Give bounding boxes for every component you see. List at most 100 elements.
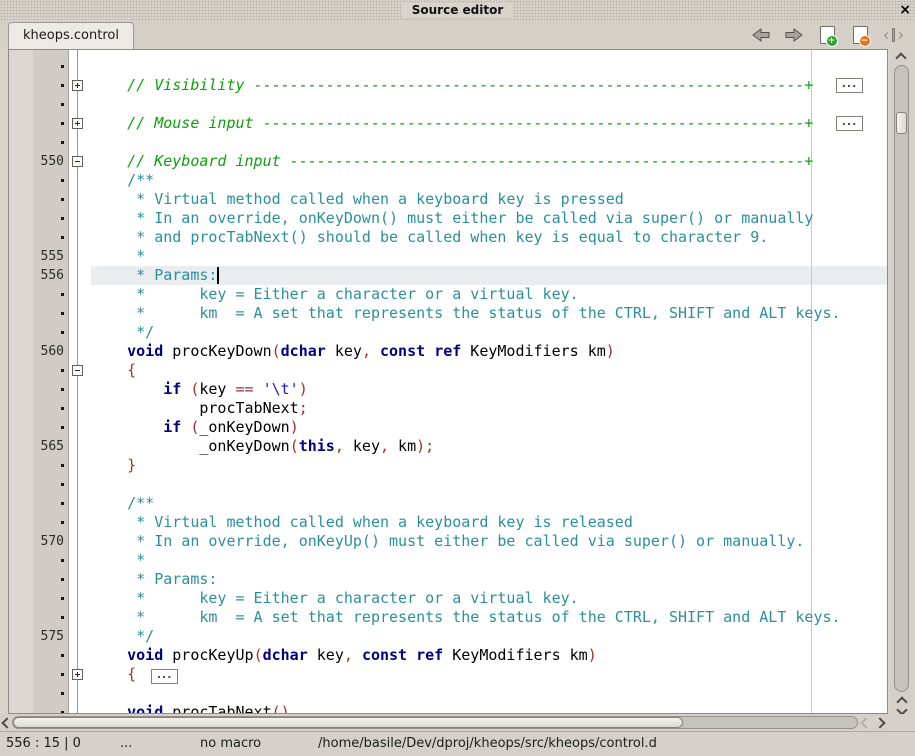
code-line[interactable]: * Virtual method called when a keyboard …	[91, 190, 887, 209]
file-path: /home/basile/Dev/dproj/kheops/src/kheops…	[318, 732, 657, 756]
gutter-dot	[33, 57, 68, 76]
code-line[interactable]: /**	[91, 494, 887, 513]
code-line[interactable]	[91, 95, 887, 114]
vertical-scrollbar[interactable]	[890, 49, 915, 714]
gutter-dot	[33, 114, 68, 133]
gutter-dot	[33, 589, 68, 608]
code-line[interactable]: * key = Either a character or a virtual …	[91, 589, 887, 608]
code-line[interactable]	[91, 57, 887, 76]
gutter-dot	[33, 494, 68, 513]
line-number: 556	[33, 266, 68, 285]
gutter-dot	[33, 133, 68, 152]
code-line[interactable]: // Keyboard input ----------------------…	[91, 152, 887, 171]
line-number: 575	[33, 627, 68, 646]
code-line[interactable]: if (key == '\t')	[91, 380, 887, 399]
code-line[interactable]: *	[91, 247, 887, 266]
code-line[interactable]: * km = A set that represents the status …	[91, 304, 887, 323]
code-line[interactable]: * key = Either a character or a virtual …	[91, 285, 887, 304]
splitter-icon	[885, 27, 901, 43]
gutter-bookmark-band	[9, 50, 33, 713]
text-cursor	[217, 267, 219, 284]
code-line[interactable]: void procTabNext()	[91, 703, 887, 714]
line-number: 570	[33, 532, 68, 551]
code-line[interactable]: * and procTabNext() should be called whe…	[91, 228, 887, 247]
fold-expand-box[interactable]	[72, 80, 83, 91]
gutter-dot	[33, 171, 68, 190]
code-line[interactable]: * In an override, onKeyUp() must either …	[91, 532, 887, 551]
source-editor-window: Source editor × kheops.control +	[0, 0, 915, 756]
hscroll-track[interactable]	[12, 716, 858, 729]
close-document-button[interactable]: −	[850, 26, 870, 44]
fold-collapse-box[interactable]	[72, 365, 83, 376]
gutter-dot	[33, 190, 68, 209]
code-line[interactable]: */	[91, 627, 887, 646]
code-line[interactable]: * Params:	[91, 266, 887, 285]
code-line[interactable]: void procKeyUp(dchar key, const ref KeyM…	[91, 646, 887, 665]
code-line[interactable]: */	[91, 323, 887, 342]
code-line[interactable]: * Virtual method called when a keyboard …	[91, 513, 887, 532]
nav-back-button[interactable]	[751, 26, 771, 44]
tab-kheops-control[interactable]: kheops.control	[8, 22, 134, 49]
caret-position: 556 : 15 | 0	[6, 732, 81, 756]
code-line[interactable]: {...	[91, 665, 887, 684]
code-line[interactable]: * In an override, onKeyDown() must eithe…	[91, 209, 887, 228]
code-line[interactable]: }	[91, 456, 887, 475]
gutter-dot	[33, 418, 68, 437]
window-title: Source editor	[402, 3, 514, 17]
vscroll-thumb[interactable]	[896, 112, 907, 134]
fold-expand-box[interactable]	[72, 669, 83, 680]
nav-forward-button[interactable]	[784, 26, 804, 44]
fold-tree-line	[77, 50, 78, 713]
code-line[interactable]: if (_onKeyDown)	[91, 418, 887, 437]
code-line[interactable]: * Params:	[91, 570, 887, 589]
code-line[interactable]: * km = A set that represents the status …	[91, 608, 887, 627]
gutter-dot	[33, 665, 68, 684]
gutter-dot	[33, 76, 68, 95]
fold-collapse-box[interactable]	[72, 156, 83, 167]
code-editor[interactable]: 550555556560565570575 // Visibility ----…	[8, 49, 888, 714]
macro-state: no macro	[200, 732, 261, 756]
gutter-dot	[33, 646, 68, 665]
code-line[interactable]: // Mouse input -------------------------…	[91, 114, 887, 133]
code-line[interactable]: *	[91, 551, 887, 570]
gutter-dot	[33, 703, 68, 714]
gutter-dot	[33, 513, 68, 532]
code-line[interactable]: _onKeyDown(this, key, km);	[91, 437, 887, 456]
gutter-dot	[33, 684, 68, 703]
close-document-icon: −	[853, 26, 868, 44]
code-line[interactable]	[91, 475, 887, 494]
gutter-dot	[33, 551, 68, 570]
line-number: 560	[33, 342, 68, 361]
code-line[interactable]: void procKeyDown(dchar key, const ref Ke…	[91, 342, 887, 361]
code-line[interactable]	[91, 133, 887, 152]
fold-margin[interactable]	[69, 50, 91, 713]
titlebar[interactable]: Source editor ×	[0, 0, 915, 20]
status-spacer: ...	[120, 732, 132, 756]
status-bar: 556 : 15 | 0 ... no macro /home/basile/D…	[0, 731, 915, 756]
plus-badge-icon: +	[826, 35, 838, 47]
gutter-dot	[33, 608, 68, 627]
minus-badge-icon: −	[859, 35, 871, 47]
tab-label: kheops.control	[23, 28, 119, 43]
collapsed-fold-box[interactable]: ...	[151, 669, 178, 684]
code-line[interactable]: {	[91, 361, 887, 380]
detach-splitter-button[interactable]	[883, 26, 903, 44]
scroll-right-icon[interactable]	[874, 717, 885, 728]
horizontal-scrollbar[interactable]	[0, 714, 915, 731]
scroll-left-icon[interactable]	[860, 717, 871, 728]
code-line[interactable]: procTabNext;	[91, 399, 887, 418]
line-number: 565	[33, 437, 68, 456]
code-line[interactable]	[91, 684, 887, 703]
scroll-left-icon[interactable]	[1, 717, 12, 728]
code-line[interactable]: /**	[91, 171, 887, 190]
gutter-dot	[33, 304, 68, 323]
fold-expand-box[interactable]	[72, 118, 83, 129]
hscroll-thumb[interactable]	[13, 717, 683, 728]
new-document-button[interactable]: +	[817, 26, 837, 44]
scroll-up-icon[interactable]	[895, 52, 906, 63]
vscroll-track[interactable]	[894, 65, 909, 692]
tab-bar: kheops.control + −	[0, 20, 915, 49]
close-icon[interactable]: ×	[899, 1, 911, 19]
gutter-dot	[33, 323, 68, 342]
code-line[interactable]: // Visibility --------------------------…	[91, 76, 887, 95]
